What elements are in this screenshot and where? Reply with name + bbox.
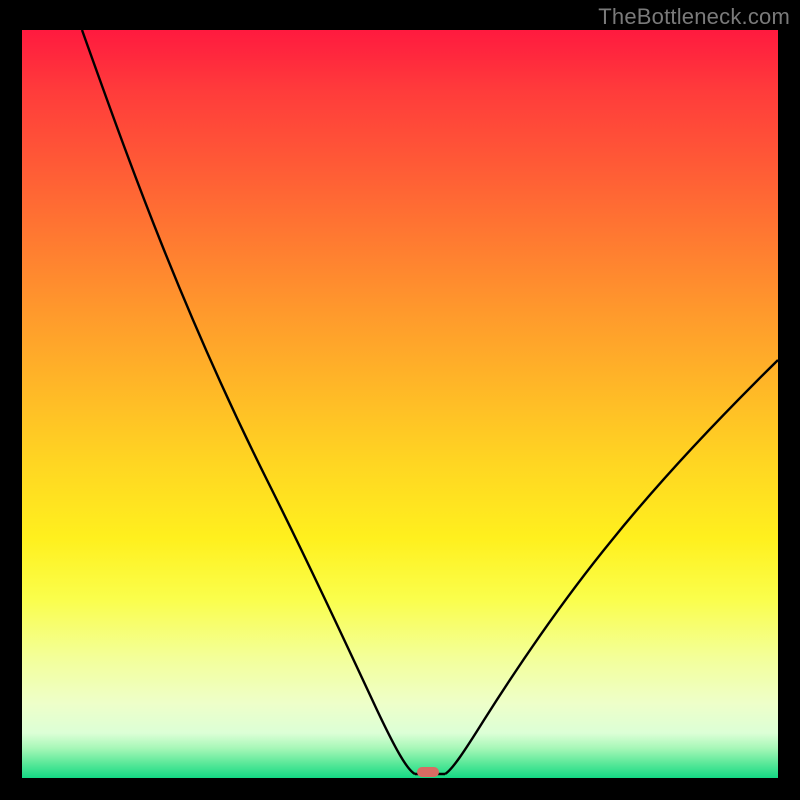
optimal-marker xyxy=(417,767,439,777)
curve-left-branch xyxy=(82,30,415,774)
chart-frame: TheBottleneck.com xyxy=(0,0,800,800)
plot-area xyxy=(22,30,778,778)
watermark-text: TheBottleneck.com xyxy=(598,4,790,30)
bottleneck-curve xyxy=(22,30,778,778)
curve-right-branch xyxy=(445,360,778,774)
